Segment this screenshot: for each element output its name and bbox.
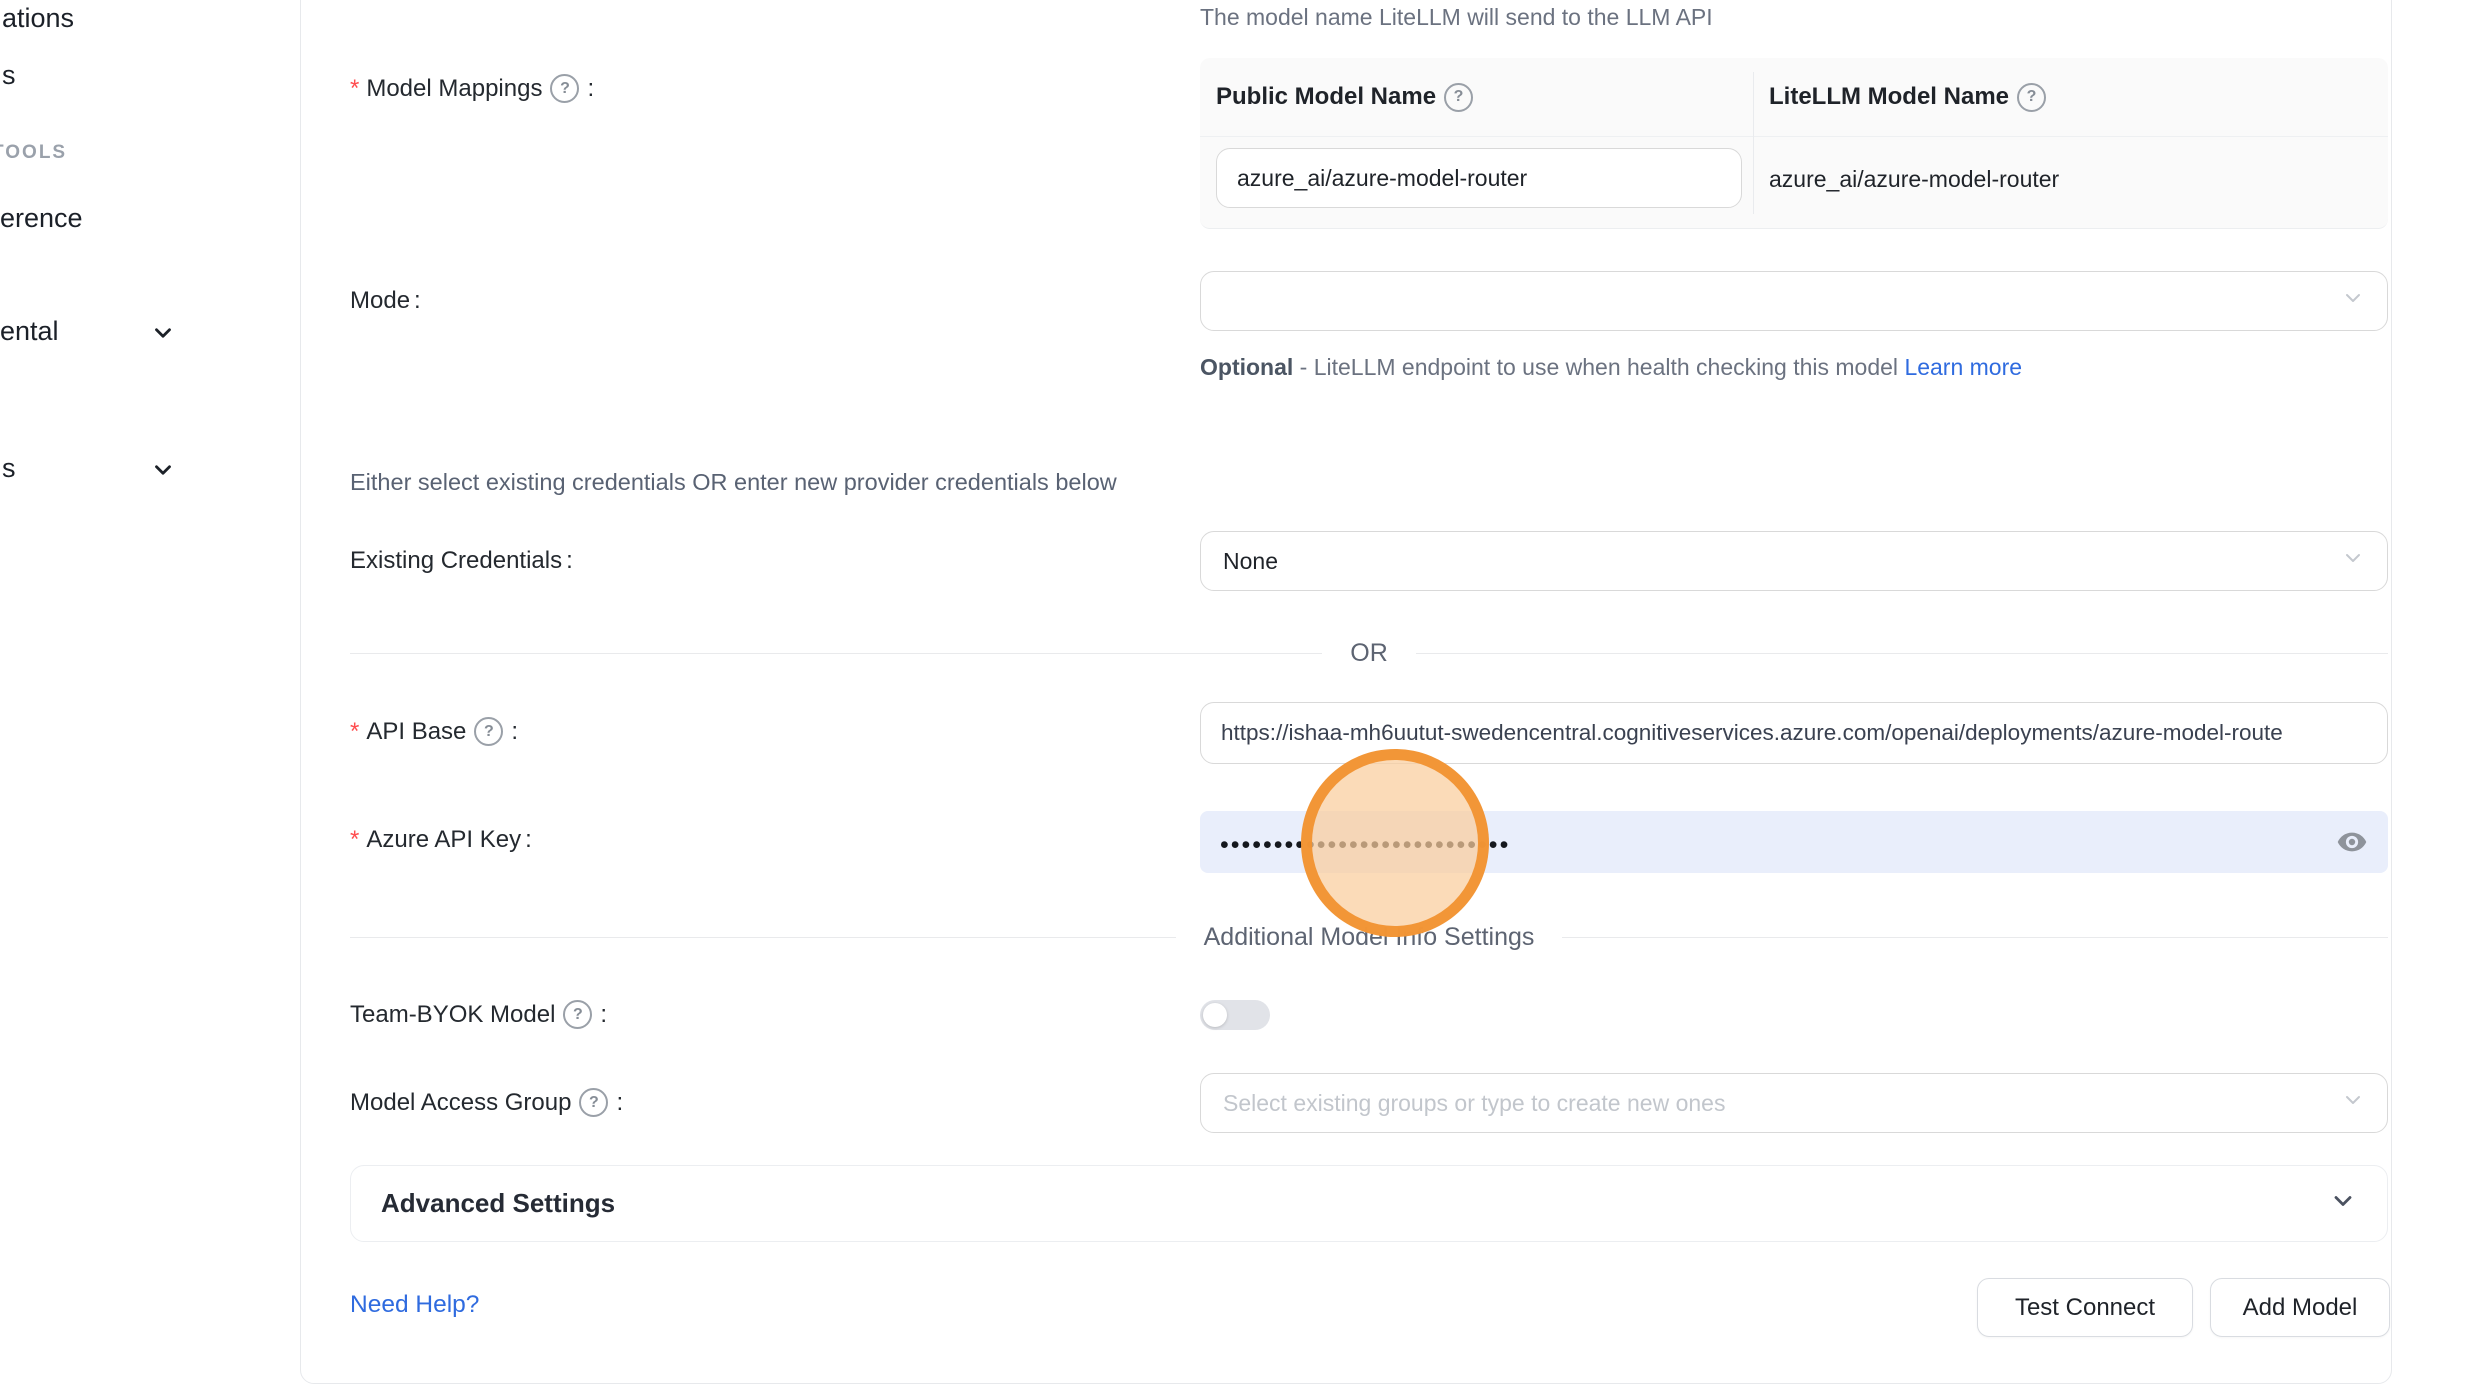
model-name-help-text: The model name LiteLLM will send to the … [1200, 4, 1713, 31]
api-base-label-text: API Base [366, 718, 466, 746]
column-header-litellm-model-name: LiteLLM Model Name ? [1769, 58, 2050, 136]
help-icon[interactable]: ? [579, 1088, 608, 1117]
mode-help-body: - LiteLLM endpoint to use when health ch… [1300, 354, 1898, 380]
colon: : [525, 826, 532, 854]
api-base-input[interactable] [1200, 702, 2388, 764]
sidebar-section-tools: TOOLS [0, 142, 67, 164]
chevron-down-icon [2341, 286, 2365, 316]
colon: : [587, 75, 594, 103]
mode-label-text: Mode [350, 287, 410, 315]
chevron-down-icon[interactable] [150, 320, 176, 346]
sidebar-item-experimental[interactable]: ental [0, 316, 59, 347]
additional-settings-divider-text: Additional Model Info Settings [1176, 923, 1563, 952]
team-byok-label-text: Team-BYOK Model [350, 1001, 555, 1029]
help-icon[interactable]: ? [563, 1000, 592, 1029]
toggle-knob [1203, 1003, 1227, 1027]
help-icon[interactable]: ? [474, 717, 503, 746]
advanced-settings-label: Advanced Settings [381, 1188, 615, 1219]
additional-settings-divider: Additional Model Info Settings [350, 917, 2388, 957]
required-mark: * [350, 826, 359, 854]
need-help-link[interactable]: Need Help? [350, 1291, 479, 1319]
column-header-public-model-name: Public Model Name ? [1216, 58, 1477, 136]
required-mark: * [350, 75, 359, 103]
model-access-group-select[interactable]: Select existing groups or type to create… [1200, 1073, 2388, 1133]
or-divider: OR [350, 633, 2388, 673]
azure-api-key-input[interactable]: ••••••••••••••••••••••••••• [1200, 811, 2388, 873]
existing-credentials-value: None [1223, 548, 1278, 575]
or-divider-text: OR [1322, 639, 1416, 668]
existing-credentials-label-text: Existing Credentials [350, 547, 562, 575]
existing-credentials-label: Existing Credentials : [350, 547, 573, 575]
mode-label: Mode : [350, 287, 421, 315]
advanced-settings-panel[interactable]: Advanced Settings [350, 1165, 2388, 1242]
add-model-button[interactable]: Add Model [2210, 1278, 2390, 1337]
column-header-text: Public Model Name [1216, 83, 1436, 111]
colon: : [511, 718, 518, 746]
public-model-name-input[interactable] [1216, 148, 1742, 208]
existing-credentials-select[interactable]: None [1200, 531, 2388, 591]
colon: : [616, 1089, 623, 1117]
column-divider [1753, 72, 1754, 214]
model-access-group-placeholder: Select existing groups or type to create… [1223, 1090, 1725, 1117]
help-icon[interactable]: ? [550, 74, 579, 103]
help-icon[interactable]: ? [2017, 83, 2046, 112]
mode-help-text: Optional - LiteLLM endpoint to use when … [1200, 347, 2045, 388]
model-mappings-label: * Model Mappings ? : [350, 74, 594, 103]
eye-icon[interactable] [2336, 826, 2368, 858]
chevron-down-icon[interactable] [150, 457, 176, 483]
model-mappings-label-text: Model Mappings [366, 75, 542, 103]
chevron-down-icon [2329, 1187, 2357, 1220]
model-access-group-label-text: Model Access Group [350, 1089, 571, 1117]
required-mark: * [350, 718, 359, 746]
colon: : [414, 287, 421, 315]
model-mappings-table: Public Model Name ? LiteLLM Model Name ?… [1200, 58, 2388, 229]
help-icon[interactable]: ? [1444, 83, 1473, 112]
model-access-group-label: Model Access Group ? : [350, 1088, 623, 1117]
team-byok-label: Team-BYOK Model ? : [350, 1000, 607, 1029]
test-connect-button[interactable]: Test Connect [1977, 1278, 2193, 1337]
azure-api-key-label-text: Azure API Key [366, 826, 521, 854]
learn-more-link[interactable]: Learn more [1904, 354, 2022, 380]
add-model-page: ations s TOOLS erence ental s The model … [0, 0, 2477, 1385]
litellm-model-name-value: azure_ai/azure-model-router [1769, 148, 2059, 210]
sidebar-item-reference[interactable]: erence [0, 203, 83, 234]
masked-key-value: ••••••••••••••••••••••••••• [1220, 827, 1510, 858]
optional-prefix: Optional [1200, 354, 1293, 380]
colon: : [600, 1001, 607, 1029]
team-byok-toggle[interactable] [1200, 1000, 1270, 1030]
sidebar-item-settings[interactable]: s [2, 453, 16, 484]
sidebar-item[interactable]: s [2, 60, 16, 91]
chevron-down-icon [2341, 1088, 2365, 1118]
sidebar-item-organizations[interactable]: ations [2, 3, 74, 34]
column-header-text: LiteLLM Model Name [1769, 83, 2009, 111]
colon: : [566, 547, 573, 575]
api-base-label: * API Base ? : [350, 717, 518, 746]
azure-api-key-label: * Azure API Key : [350, 826, 532, 854]
mode-select[interactable] [1200, 271, 2388, 331]
chevron-down-icon [2341, 546, 2365, 576]
credentials-note: Either select existing credentials OR en… [350, 469, 1117, 496]
